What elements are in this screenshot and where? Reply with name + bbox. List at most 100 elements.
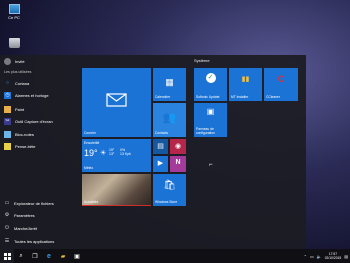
show-hidden-icons-icon[interactable]: ⌃: [304, 254, 307, 259]
network-icon[interactable]: ▭: [310, 254, 314, 259]
app-snipping-tool[interactable]: ✂ Outil Capture d'écran: [4, 118, 53, 125]
mail-icon: [106, 93, 127, 107]
tile-label: Contacts: [155, 130, 169, 135]
tile-calendrier[interactable]: ▦ Calendrier: [153, 68, 186, 101]
weather-temperature: 19°: [84, 148, 98, 158]
app-alarms[interactable]: ◷ Alarmes et horloge: [4, 92, 49, 99]
group-title-system: Système: [194, 58, 210, 63]
calculator-icon: ▤: [157, 143, 164, 150]
bottom-item-label: Paramètres: [14, 212, 35, 218]
sticky-notes-icon: [4, 143, 11, 150]
tile-label: Actualités: [84, 199, 99, 204]
clock-date: 02/10/2015: [324, 256, 342, 260]
calendar-icon: ▦: [165, 77, 174, 87]
bottom-item-label: Explorateur de fichiers: [14, 200, 54, 206]
app-sticky-notes[interactable]: Pense-bête: [4, 143, 35, 150]
desktop-icon-label: Ce PC: [8, 15, 20, 20]
start-menu: Invité Les plus utilisées ○ Cortana ◷ Al…: [0, 55, 306, 249]
tile-softonic-update[interactable]: ✓ Softonic Update: [194, 68, 227, 101]
tile-store[interactable]: 🛍 Windows Store: [153, 174, 186, 206]
paint-icon: [4, 106, 11, 113]
tile-onenote[interactable]: N: [170, 156, 186, 172]
tile-music[interactable]: ◉: [170, 139, 186, 154]
ccleaner-icon: C: [277, 74, 285, 84]
softonic-icon: ✓: [194, 73, 227, 83]
control-panel-icon: ▣: [206, 107, 215, 116]
user-account[interactable]: Invité: [4, 58, 25, 65]
user-name: Invité: [15, 59, 25, 64]
app-label: Outil Capture d'écran: [15, 119, 53, 124]
tile-ccleaner[interactable]: C CCleaner: [264, 68, 298, 101]
desktop-icon-recycle-bin[interactable]: [3, 38, 25, 49]
windows-logo-icon: [3, 252, 11, 260]
tile-label: Panneau de configuration: [196, 126, 215, 135]
tile-label: Windows Store: [155, 199, 178, 204]
alarm-icon: ◷: [4, 92, 11, 99]
taskbar: ⌕ ❐ e ▰ ▣ ⌃ ▭ 🔈 17:57 02/10/2015 ▤: [0, 249, 350, 263]
task-view-button[interactable]: ❐: [28, 249, 42, 263]
contacts-icon: 👥: [162, 112, 177, 124]
store-icon: ▣: [74, 253, 80, 260]
tile-courrier[interactable]: Courrier: [82, 68, 151, 137]
tile-label: Courrier: [84, 130, 96, 135]
search-icon: ⌕: [19, 252, 23, 259]
movies-icon: ▶: [157, 160, 164, 167]
tile-actualites[interactable]: Actualités: [82, 174, 151, 206]
file-explorer-taskbar-button[interactable]: ▰: [56, 249, 70, 263]
edge-icon: e: [47, 252, 51, 260]
tile-calculator[interactable]: ▤: [153, 139, 168, 154]
weather-low: 13°: [109, 152, 115, 157]
file-explorer-button[interactable]: ▭ Explorateur de fichiers: [4, 200, 54, 206]
tile-control-panel[interactable]: ▣ Panneau de configuration: [194, 103, 227, 137]
settings-gear-icon: ⚙: [4, 212, 10, 218]
bottom-item-label: Marche/Arrêt: [14, 225, 38, 231]
search-button[interactable]: ⌕: [14, 249, 28, 263]
store-bag-icon: 🛍: [163, 180, 176, 191]
recycle-bin-icon: [8, 38, 20, 48]
music-icon: ◉: [174, 143, 182, 150]
app-label: Cortana: [15, 81, 30, 86]
clock[interactable]: 17:57 02/10/2015: [325, 252, 342, 260]
app-paint[interactable]: Paint: [4, 106, 24, 113]
app-cortana[interactable]: ○ Cortana: [4, 80, 29, 87]
most-used-heading: Les plus utilisées: [4, 70, 32, 74]
app-notepad[interactable]: Bloc-notes: [4, 131, 34, 138]
volume-icon[interactable]: 🔈: [317, 254, 322, 259]
tile-label: CCleaner: [266, 94, 280, 99]
folder-icon: ▰: [60, 253, 66, 260]
mouse-cursor-icon: ⌐: [209, 162, 213, 168]
all-apps-button[interactable]: ☰ Toutes les applications: [4, 238, 55, 244]
weather-details: 0% 13 Kph: [120, 148, 131, 156]
tile-movies[interactable]: ▶: [153, 156, 168, 172]
weather-wind: 13 Kph: [120, 152, 132, 157]
tile-mt-installer[interactable]: ▮▮ MT Installer: [229, 68, 262, 101]
system-tray: ⌃ ▭ 🔈 17:57 02/10/2015 ▤: [304, 249, 348, 263]
edge-button[interactable]: e: [42, 249, 56, 263]
tile-meteo[interactable]: Ensoleillé 19° ☀ 19° 13° 0% 13 Kph Météo: [82, 139, 151, 172]
cortana-icon: ○: [5, 80, 10, 86]
all-apps-icon: ☰: [4, 238, 10, 244]
desktop-icon-this-pc[interactable]: Ce PC: [3, 4, 25, 20]
bottom-item-label: Toutes les applications: [14, 238, 55, 244]
power-button[interactable]: ⏻ Marche/Arrêt: [4, 225, 37, 231]
tile-contacts[interactable]: 👥 Contacts: [153, 103, 186, 137]
tile-label: Calendrier: [155, 94, 171, 99]
app-label: Pense-bête: [15, 144, 36, 149]
computer-icon: [8, 4, 20, 14]
user-avatar-icon: [4, 58, 11, 65]
app-label: Alarmes et horloge: [15, 93, 49, 98]
file-explorer-icon: ▭: [4, 200, 10, 206]
snipping-tool-icon: ✂: [4, 118, 11, 125]
store-taskbar-button[interactable]: ▣: [70, 249, 84, 263]
power-icon: ⏻: [5, 225, 9, 231]
start-button[interactable]: [0, 249, 14, 263]
settings-button[interactable]: ⚙ Paramètres: [4, 212, 35, 218]
app-label: Bloc-notes: [15, 132, 34, 137]
tile-label: Softonic Update: [196, 94, 220, 99]
tile-label: MT Installer: [231, 94, 249, 99]
notepad-icon: [4, 131, 11, 138]
weather-range: 19° 13°: [109, 148, 114, 156]
notifications-icon[interactable]: ▤: [344, 254, 348, 259]
installer-icon: ▮▮: [241, 76, 250, 83]
weather-condition: Ensoleillé: [84, 141, 100, 145]
